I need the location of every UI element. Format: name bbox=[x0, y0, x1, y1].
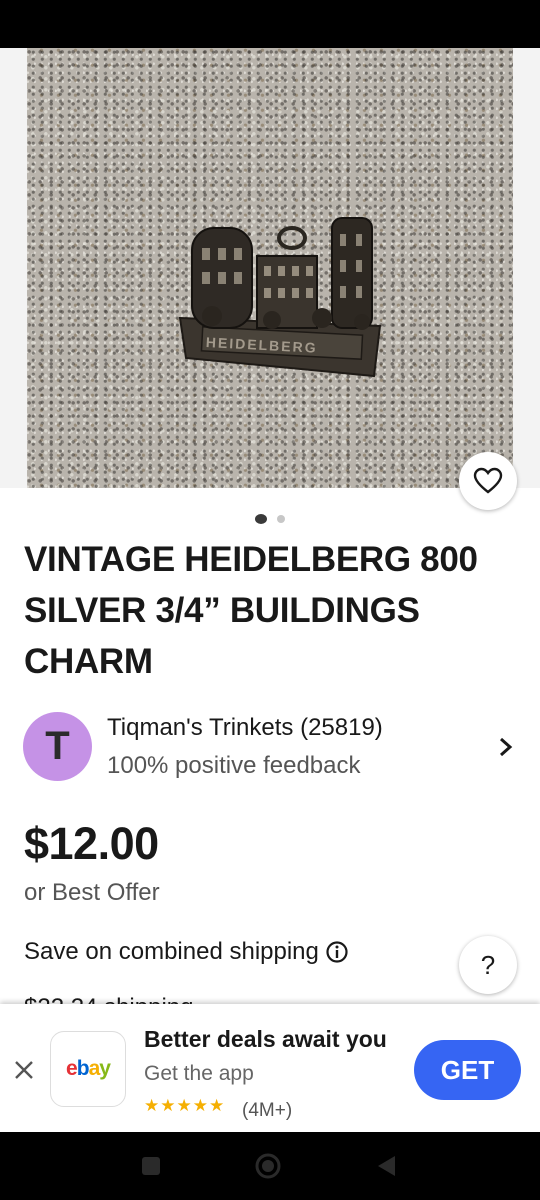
help-button[interactable]: ? bbox=[459, 936, 517, 994]
price: $12.00 bbox=[24, 818, 159, 869]
product-image-carousel[interactable]: HEIDELBERG bbox=[0, 48, 540, 488]
help-label: ? bbox=[480, 949, 496, 980]
get-app-button[interactable]: GET bbox=[414, 1040, 521, 1100]
banner-subtitle: Get the app bbox=[144, 1062, 254, 1085]
banner-title: Better deals await you bbox=[144, 1026, 387, 1052]
favorite-button[interactable] bbox=[459, 452, 517, 510]
home-circle-icon bbox=[255, 1153, 281, 1179]
combined-shipping[interactable]: Save on combined shipping bbox=[24, 938, 349, 966]
close-icon bbox=[15, 1061, 33, 1079]
pagination-dot[interactable] bbox=[277, 515, 285, 523]
seller-avatar: T bbox=[23, 712, 92, 781]
recent-apps-button[interactable] bbox=[137, 1152, 165, 1180]
combined-shipping-label: Save on combined shipping bbox=[24, 938, 319, 965]
image-pagination bbox=[0, 512, 540, 526]
charm-photo: HEIDELBERG bbox=[178, 217, 382, 378]
back-button[interactable] bbox=[372, 1152, 400, 1180]
app-install-banner[interactable]: ebay Better deals await you Get the app … bbox=[0, 1004, 540, 1132]
seller-name: Tiqman's Trinkets (25819) bbox=[107, 714, 383, 741]
seller-feedback: 100% positive feedback bbox=[107, 752, 361, 779]
seller-row[interactable]: T Tiqman's Trinkets (25819) 100% positiv… bbox=[0, 706, 540, 786]
ebay-app-logo: ebay bbox=[50, 1031, 126, 1107]
system-navigation-bar bbox=[0, 1132, 540, 1200]
back-triangle-icon bbox=[378, 1156, 395, 1176]
rating-count: (4M+) bbox=[242, 1100, 293, 1121]
pagination-dot-active[interactable] bbox=[255, 514, 267, 524]
banner-close-button[interactable] bbox=[10, 1056, 38, 1084]
listing-title: VINTAGE HEIDELBERG 800 SILVER 3/4” BUILD… bbox=[24, 540, 478, 681]
info-icon[interactable] bbox=[325, 940, 349, 964]
status-bar bbox=[0, 0, 540, 48]
heart-icon bbox=[473, 467, 503, 494]
product-image[interactable]: HEIDELBERG bbox=[27, 48, 513, 488]
square-icon bbox=[142, 1157, 160, 1175]
best-offer-text: or Best Offer bbox=[24, 879, 160, 906]
chevron-right-icon bbox=[500, 737, 513, 757]
home-button[interactable] bbox=[254, 1152, 282, 1180]
rating-stars: ★★★★★ bbox=[144, 1096, 226, 1116]
